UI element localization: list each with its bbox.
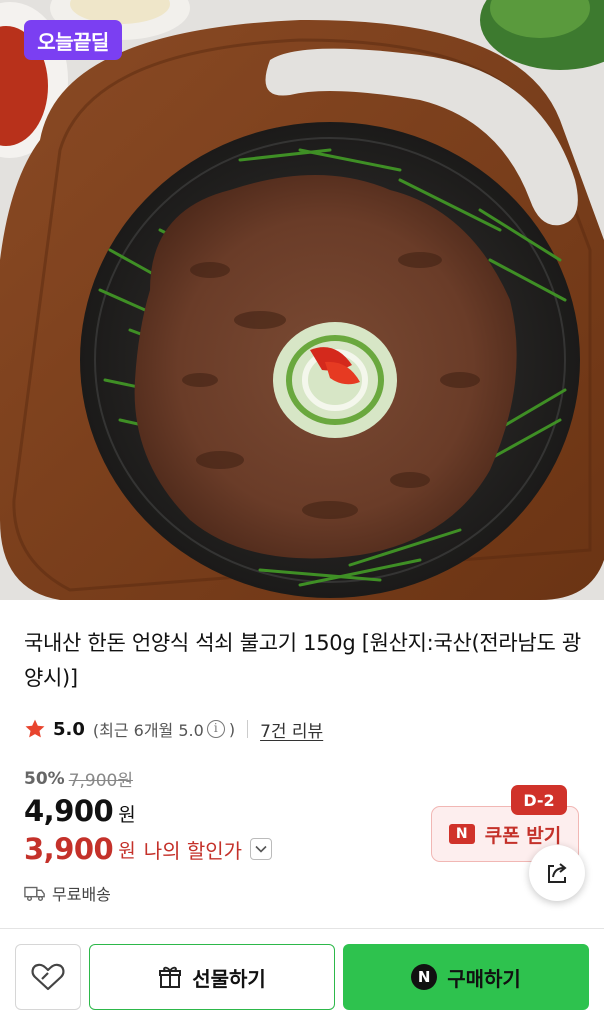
gift-icon [159,966,182,988]
bulgogi-photo [0,0,604,600]
rating-recent: (최근 6개월 5.0 i ) [93,717,235,741]
heart-icon [31,963,65,991]
buy-button[interactable]: N 구매하기 [343,944,589,1010]
my-price: 3,900 [24,832,114,866]
discount-rate: 50% [24,768,65,789]
my-price-row[interactable]: 3,900 원 나의 할인가 [24,832,273,866]
gift-button[interactable]: 선물하기 [89,944,335,1010]
coupon-label: 쿠폰 받기 [484,824,562,847]
price-row: 4,900 원 [24,794,136,828]
share-button[interactable] [529,845,585,901]
original-price: 7,900원 [68,771,134,791]
rating-score: 5.0 [53,718,85,740]
star-icon [25,719,45,738]
gift-label: 선물하기 [192,966,266,991]
chevron-down-icon[interactable] [250,838,273,860]
review-link[interactable]: 7건 리뷰 [260,717,323,742]
naver-n-icon: N [448,824,475,844]
share-icon [548,863,567,883]
rating-recent-suffix: ) [228,719,236,739]
shipping-label: 무료배송 [52,885,111,904]
truck-icon [24,886,45,902]
wishlist-button[interactable] [15,944,81,1010]
shipping-row: 무료배송 [24,881,111,905]
dday-badge: D-2 [511,785,567,815]
price-unit: 원 [118,804,136,826]
bottom-action-bar: 선물하기 N 구매하기 [0,928,604,1024]
today-deal-badge: 오늘끝딜 [24,20,122,60]
info-icon[interactable]: i [206,720,225,738]
rating-row: 5.0 (최근 6개월 5.0 i ) 7건 리뷰 [24,714,323,744]
buy-label: 구매하기 [447,966,521,991]
product-title: 국내산 한돈 언양식 석쇠 불고기 150g [원산지:국산(전라남도 광양시)… [24,631,581,690]
my-price-label: 나의 할인가 [143,838,243,863]
rating-recent-prefix: (최근 6개월 5.0 [92,721,204,740]
product-image: 오늘끝딜 [0,0,604,600]
naver-pay-icon: N [411,964,438,990]
discount-row: 50% 7,900원 [24,766,134,792]
divider [247,720,249,738]
sale-price: 4,900 [24,794,114,828]
my-price-unit: 원 [118,839,136,862]
